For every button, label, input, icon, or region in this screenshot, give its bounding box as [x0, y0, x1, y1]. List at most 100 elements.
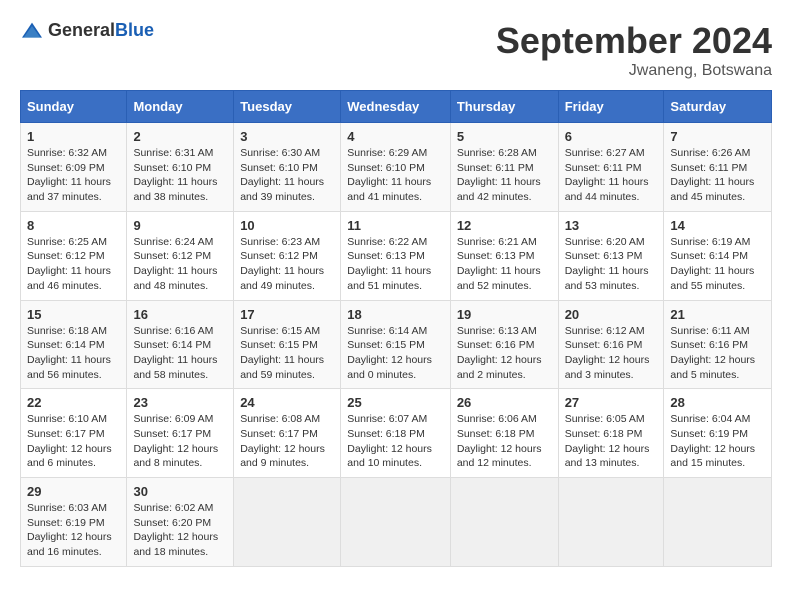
- day-number: 21: [670, 307, 765, 322]
- day-info: Sunrise: 6:06 AMSunset: 6:18 PMDaylight:…: [457, 413, 542, 469]
- day-info: Sunrise: 6:21 AMSunset: 6:13 PMDaylight:…: [457, 236, 541, 292]
- calendar-week-row: 15Sunrise: 6:18 AMSunset: 6:14 PMDayligh…: [21, 300, 772, 389]
- table-row: 3 Sunrise: 6:30 AMSunset: 6:10 PMDaylight…: [234, 123, 341, 212]
- day-number: 23: [133, 395, 227, 410]
- location: Jwaneng, Botswana: [496, 62, 772, 80]
- day-info: Sunrise: 6:03 AMSunset: 6:19 PMDaylight:…: [27, 502, 112, 558]
- table-row: 20 Sunrise: 6:12 AMSunset: 6:16 PMDayligh…: [558, 300, 664, 389]
- table-row: 1 Sunrise: 6:32 AMSunset: 6:09 PMDaylight…: [21, 123, 127, 212]
- day-info: Sunrise: 6:07 AMSunset: 6:18 PMDaylight:…: [347, 413, 432, 469]
- col-thursday: Thursday: [450, 91, 558, 123]
- table-row: 19 Sunrise: 6:13 AMSunset: 6:16 PMDayligh…: [450, 300, 558, 389]
- day-number: 4: [347, 129, 444, 144]
- day-info: Sunrise: 6:02 AMSunset: 6:20 PMDaylight:…: [133, 502, 218, 558]
- logo-icon: [20, 21, 44, 41]
- day-number: 6: [565, 129, 658, 144]
- table-row: 2 Sunrise: 6:31 AMSunset: 6:10 PMDaylight…: [127, 123, 234, 212]
- day-info: Sunrise: 6:04 AMSunset: 6:19 PMDaylight:…: [670, 413, 755, 469]
- day-number: 11: [347, 218, 444, 233]
- day-info: Sunrise: 6:20 AMSunset: 6:13 PMDaylight:…: [565, 236, 649, 292]
- day-number: 17: [240, 307, 334, 322]
- table-row: 24Sunrise: 6:08 AMSunset: 6:17 PMDayligh…: [234, 389, 341, 478]
- table-row: 16 Sunrise: 6:16 AMSunset: 6:14 PMDayligh…: [127, 300, 234, 389]
- table-row: 21 Sunrise: 6:11 AMSunset: 6:16 PMDayligh…: [664, 300, 772, 389]
- table-row: 13 Sunrise: 6:20 AMSunset: 6:13 PMDayligh…: [558, 211, 664, 300]
- col-wednesday: Wednesday: [341, 91, 451, 123]
- col-saturday: Saturday: [664, 91, 772, 123]
- day-info: Sunrise: 6:25 AMSunset: 6:12 PMDaylight:…: [27, 236, 111, 292]
- table-row: 26 Sunrise: 6:06 AMSunset: 6:18 PMDayligh…: [450, 389, 558, 478]
- day-number: 7: [670, 129, 765, 144]
- col-friday: Friday: [558, 91, 664, 123]
- table-row: 11 Sunrise: 6:22 AMSunset: 6:13 PMDayligh…: [341, 211, 451, 300]
- day-info: Sunrise: 6:19 AMSunset: 6:14 PMDaylight:…: [670, 236, 754, 292]
- day-number: 27: [565, 395, 658, 410]
- day-info: Sunrise: 6:30 AMSunset: 6:10 PMDaylight:…: [240, 147, 324, 203]
- table-row: 28 Sunrise: 6:04 AMSunset: 6:19 PMDayligh…: [664, 389, 772, 478]
- table-row: 30 Sunrise: 6:02 AMSunset: 6:20 PMDayligh…: [127, 478, 234, 567]
- table-row: 27 Sunrise: 6:05 AMSunset: 6:18 PMDayligh…: [558, 389, 664, 478]
- day-info: Sunrise: 6:29 AMSunset: 6:10 PMDaylight:…: [347, 147, 431, 203]
- day-number: 20: [565, 307, 658, 322]
- table-row: 7 Sunrise: 6:26 AMSunset: 6:11 PMDaylight…: [664, 123, 772, 212]
- title-area: September 2024 Jwaneng, Botswana: [496, 20, 772, 80]
- day-number: 16: [133, 307, 227, 322]
- day-info: Sunrise: 6:14 AMSunset: 6:15 PMDaylight:…: [347, 325, 432, 381]
- table-row: 4 Sunrise: 6:29 AMSunset: 6:10 PMDaylight…: [341, 123, 451, 212]
- day-info: Sunrise: 6:32 AMSunset: 6:09 PMDaylight:…: [27, 147, 111, 203]
- month-title: September 2024: [496, 20, 772, 62]
- calendar-week-row: 8 Sunrise: 6:25 AMSunset: 6:12 PMDaylight…: [21, 211, 772, 300]
- day-number: 9: [133, 218, 227, 233]
- day-info: Sunrise: 6:13 AMSunset: 6:16 PMDaylight:…: [457, 325, 542, 381]
- day-number: 29: [27, 484, 120, 499]
- table-row: 5Sunrise: 6:28 AMSunset: 6:11 PMDaylight…: [450, 123, 558, 212]
- table-row: [558, 478, 664, 567]
- day-number: 14: [670, 218, 765, 233]
- day-number: 8: [27, 218, 120, 233]
- table-row: 29 Sunrise: 6:03 AMSunset: 6:19 PMDayligh…: [21, 478, 127, 567]
- table-row: 17Sunrise: 6:15 AMSunset: 6:15 PMDayligh…: [234, 300, 341, 389]
- table-row: [341, 478, 451, 567]
- day-info: Sunrise: 6:10 AMSunset: 6:17 PMDaylight:…: [27, 413, 112, 469]
- day-info: Sunrise: 6:22 AMSunset: 6:13 PMDaylight:…: [347, 236, 431, 292]
- day-number: 3: [240, 129, 334, 144]
- table-row: 25Sunrise: 6:07 AMSunset: 6:18 PMDayligh…: [341, 389, 451, 478]
- day-number: 18: [347, 307, 444, 322]
- table-row: 14 Sunrise: 6:19 AMSunset: 6:14 PMDayligh…: [664, 211, 772, 300]
- logo: GeneralBlue: [20, 20, 154, 41]
- day-info: Sunrise: 6:16 AMSunset: 6:14 PMDaylight:…: [133, 325, 217, 381]
- table-row: 15Sunrise: 6:18 AMSunset: 6:14 PMDayligh…: [21, 300, 127, 389]
- table-row: 23Sunrise: 6:09 AMSunset: 6:17 PMDayligh…: [127, 389, 234, 478]
- day-number: 28: [670, 395, 765, 410]
- calendar-week-row: 22 Sunrise: 6:10 AMSunset: 6:17 PMDayligh…: [21, 389, 772, 478]
- logo-general-text: General: [48, 20, 115, 40]
- day-number: 26: [457, 395, 552, 410]
- table-row: 18 Sunrise: 6:14 AMSunset: 6:15 PMDayligh…: [341, 300, 451, 389]
- day-number: 5: [457, 129, 552, 144]
- day-info: Sunrise: 6:05 AMSunset: 6:18 PMDaylight:…: [565, 413, 650, 469]
- day-info: Sunrise: 6:31 AMSunset: 6:10 PMDaylight:…: [133, 147, 217, 203]
- day-number: 1: [27, 129, 120, 144]
- day-number: 10: [240, 218, 334, 233]
- day-number: 30: [133, 484, 227, 499]
- day-info: Sunrise: 6:18 AMSunset: 6:14 PMDaylight:…: [27, 325, 111, 381]
- table-row: 9Sunrise: 6:24 AMSunset: 6:12 PMDaylight…: [127, 211, 234, 300]
- day-number: 13: [565, 218, 658, 233]
- col-sunday: Sunday: [21, 91, 127, 123]
- page-header: GeneralBlue September 2024 Jwaneng, Bots…: [20, 20, 772, 80]
- calendar-week-row: 1 Sunrise: 6:32 AMSunset: 6:09 PMDaylight…: [21, 123, 772, 212]
- day-number: 2: [133, 129, 227, 144]
- day-number: 22: [27, 395, 120, 410]
- day-number: 24: [240, 395, 334, 410]
- day-number: 12: [457, 218, 552, 233]
- day-number: 19: [457, 307, 552, 322]
- col-monday: Monday: [127, 91, 234, 123]
- table-row: 10 Sunrise: 6:23 AMSunset: 6:12 PMDayligh…: [234, 211, 341, 300]
- day-info: Sunrise: 6:12 AMSunset: 6:16 PMDaylight:…: [565, 325, 650, 381]
- day-info: Sunrise: 6:23 AMSunset: 6:12 PMDaylight:…: [240, 236, 324, 292]
- calendar-week-row: 29 Sunrise: 6:03 AMSunset: 6:19 PMDayligh…: [21, 478, 772, 567]
- day-info: Sunrise: 6:26 AMSunset: 6:11 PMDaylight:…: [670, 147, 754, 203]
- day-info: Sunrise: 6:11 AMSunset: 6:16 PMDaylight:…: [670, 325, 755, 381]
- logo-blue-text: Blue: [115, 20, 154, 40]
- day-info: Sunrise: 6:27 AMSunset: 6:11 PMDaylight:…: [565, 147, 649, 203]
